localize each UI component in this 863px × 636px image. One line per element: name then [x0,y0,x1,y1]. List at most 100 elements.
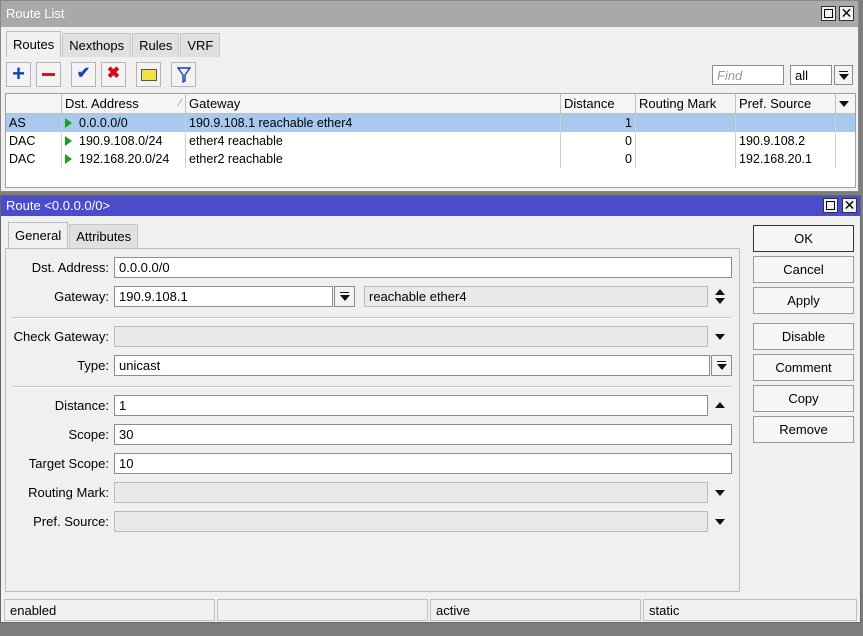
gateway-add-icon[interactable] [715,289,725,295]
enable-check-icon[interactable]: ✔ [71,62,96,87]
routes-table: Dst. Address ⁄ Gateway Distance Routing … [5,93,856,188]
filter-dropdown-button[interactable] [834,65,853,85]
col-distance[interactable]: Distance [561,94,636,114]
tab-nexthops[interactable]: Nexthops [62,33,132,57]
chevron-down-icon [839,101,849,107]
status-static: static [643,599,857,621]
tab-vrf[interactable]: VRF [180,33,221,57]
pref-source-select[interactable] [114,511,708,532]
row-distance: 0 [561,132,636,150]
type-select[interactable]: unicast [114,355,710,376]
row-dst-text: 0.0.0.0/0 [79,116,128,130]
target-scope-label: Target Scope: [28,456,109,471]
add-icon[interactable]: + [6,62,31,87]
row-flags: AS [6,114,62,132]
tab-rules[interactable]: Rules [132,33,180,57]
columns-menu[interactable] [836,94,855,114]
row-gateway: ether4 reachable [186,132,561,150]
tab-general[interactable]: General [8,222,69,248]
tab-attributes[interactable]: Attributes [69,224,139,248]
row-distance: 0 [561,150,636,168]
sort-icon: ⁄ [179,98,181,109]
dst-address-label: Dst. Address: [31,260,109,275]
row-routing-mark [636,114,736,132]
distance-input[interactable]: 1 [114,395,708,416]
gateway-dropdown-button[interactable] [334,286,355,307]
comment-button[interactable]: Comment [753,354,854,381]
row-pref-source: 192.168.20.1 [736,150,836,168]
remove-icon[interactable] [36,62,61,87]
type-dropdown-button[interactable] [711,355,732,376]
routing-mark-label: Routing Mark: [28,485,109,500]
route-window-titlebar[interactable]: Route <0.0.0.0/0> [1,196,860,216]
gateway-state-field: reachable ether4 [364,286,708,307]
tab-routes[interactable]: Routes [6,31,62,57]
row-flags: DAC [6,132,62,150]
col-flags[interactable] [6,94,62,114]
route-window: Route <0.0.0.0/0> ✕ General Attributes D… [0,195,861,623]
cancel-button[interactable]: Cancel [753,256,854,283]
gateway-input[interactable]: 190.9.108.1 [114,286,333,307]
route-active-icon [65,154,72,164]
remove-button[interactable]: Remove [753,416,854,443]
gateway-remove-icon[interactable] [715,298,725,304]
row-gateway: 190.9.108.1 reachable ether4 [186,114,561,132]
disable-button[interactable]: Disable [753,323,854,350]
col-routing-mark[interactable]: Routing Mark [636,94,736,114]
filter-funnel-icon[interactable] [171,62,196,87]
filter-value: all [795,68,809,83]
filter-select[interactable]: all [790,65,832,85]
collapse-up-icon[interactable] [715,402,725,408]
status-enabled: enabled [4,599,215,621]
status-active: active [430,599,641,621]
apply-button[interactable]: Apply [753,287,854,314]
scope-label: Scope: [68,427,109,442]
route-list-title: Route List [6,6,65,21]
row-dst-text: 190.9.108.0/24 [79,134,163,148]
table-row[interactable]: DAC 192.168.20.0/24 ether2 reachable 0 1… [6,150,855,168]
close-icon[interactable]: ✕ [842,198,857,213]
separator [12,386,731,388]
check-gateway-select[interactable] [114,326,708,347]
distance-label: Distance: [54,398,109,413]
route-window-title: Route <0.0.0.0/0> [6,198,111,213]
row-pref-source: 190.9.108.2 [736,132,836,150]
type-label: Type: [77,358,109,373]
maximize-icon[interactable] [821,6,836,21]
maximize-icon[interactable] [823,198,838,213]
route-list-titlebar[interactable]: Route List [1,1,858,27]
pref-source-label: Pref. Source: [33,514,109,529]
dst-address-input[interactable]: 0.0.0.0/0 [114,257,732,278]
copy-button[interactable]: Copy [753,385,854,412]
scope-input[interactable]: 30 [114,424,732,445]
chevron-down-icon[interactable] [715,519,725,525]
ok-button[interactable]: OK [753,225,854,252]
status-blank [217,599,428,621]
table-row[interactable]: DAC 190.9.108.0/24 ether4 reachable 0 19… [6,132,855,150]
check-gateway-label: Check Gateway: [13,329,109,344]
row-distance: 1 [561,114,636,132]
separator [12,317,731,319]
find-placeholder: Find [717,68,743,83]
find-input[interactable]: Find [712,65,784,85]
row-gateway: ether2 reachable [186,150,561,168]
col-pref-source[interactable]: Pref. Source [736,94,836,114]
disable-x-icon[interactable]: ✖ [101,62,126,87]
col-dst-address[interactable]: Dst. Address ⁄ [62,94,186,114]
chevron-down-icon[interactable] [715,334,725,340]
gateway-label: Gateway: [54,289,109,304]
table-row[interactable]: AS 0.0.0.0/0 190.9.108.1 reachable ether… [6,114,855,132]
row-pref-source [736,114,836,132]
target-scope-input[interactable]: 10 [114,453,732,474]
col-gateway[interactable]: Gateway [186,94,561,114]
comment-note-icon[interactable] [136,62,161,87]
route-active-icon [65,136,72,146]
close-icon[interactable]: ✕ [839,6,854,21]
row-dst: 192.168.20.0/24 [62,150,186,168]
routing-mark-select[interactable] [114,482,708,503]
route-list-window: Route List ✕ Routes Nexthops Rules VRF +… [0,0,859,192]
row-routing-mark [636,150,736,168]
row-dst: 190.9.108.0/24 [62,132,186,150]
chevron-down-icon[interactable] [715,490,725,496]
row-flags: DAC [6,150,62,168]
